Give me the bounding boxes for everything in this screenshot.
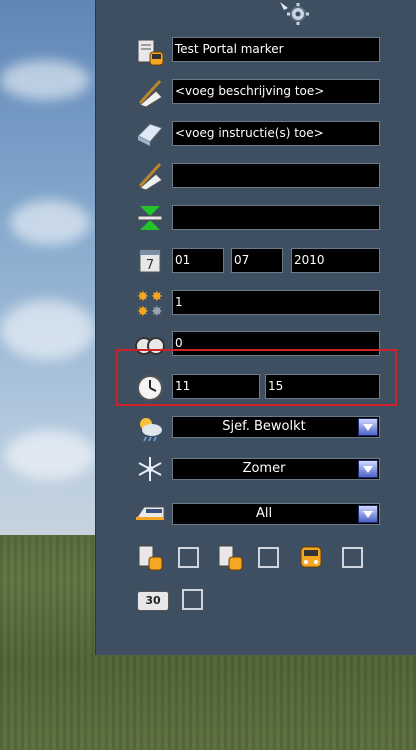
checkbox-3[interactable] (342, 547, 363, 568)
season-dropdown-value: Zomer (242, 461, 286, 476)
timetable-icon (138, 545, 163, 571)
train-icon (135, 506, 165, 520)
chevron-down-icon[interactable] (358, 418, 378, 436)
edit-icon (138, 162, 163, 191)
date-month-field[interactable]: 07 (231, 248, 283, 273)
weather-dropdown-value: Sjef. Bewolkt (222, 419, 306, 434)
weather-dropdown[interactable]: Sjef. Bewolkt (172, 416, 380, 438)
season-dropdown[interactable]: Zomer (172, 458, 380, 480)
date-year-field[interactable]: 2010 (291, 248, 380, 273)
svg-text:7: 7 (146, 258, 154, 273)
speed-limit-badge: 30 (137, 591, 169, 611)
calendar-icon: 7 (139, 249, 161, 273)
time-hour-field[interactable]: 11 (172, 374, 260, 399)
empty-field-2[interactable] (172, 205, 380, 230)
rating-field[interactable]: 1 (172, 290, 380, 315)
empty-field-1[interactable] (172, 163, 380, 188)
chevron-down-icon[interactable] (358, 505, 378, 523)
svg-text:✸: ✸ (137, 289, 149, 305)
marker-name-field[interactable]: Test Portal marker (172, 37, 380, 62)
train-filter-dropdown-value: All (255, 506, 273, 521)
pen-icon (138, 79, 163, 108)
timetable-icon (137, 39, 164, 66)
checkbox-1[interactable] (178, 547, 199, 568)
date-day-field[interactable]: 01 (172, 248, 224, 273)
instruction-icon (137, 123, 163, 146)
weather-icon (140, 418, 162, 442)
snowflake-icon (138, 457, 162, 481)
train-filter-dropdown[interactable]: All (172, 503, 380, 525)
checkbox-2[interactable] (258, 547, 279, 568)
svg-text:✸: ✸ (151, 289, 163, 305)
clock-icon (137, 375, 163, 401)
locomotive-icon (300, 546, 322, 568)
chevron-down-icon[interactable] (358, 460, 378, 478)
description-field[interactable]: <voeg beschrijving toe> (172, 79, 380, 104)
checkbox-4[interactable] (182, 589, 203, 610)
svg-text:✸: ✸ (137, 304, 149, 319)
instructions-field[interactable]: <voeg instructie(s) toe> (172, 121, 380, 146)
time-minute-field[interactable]: 15 (265, 374, 380, 399)
marker-icon (137, 206, 163, 230)
stars-icon: ✸ ✸ ✸ ✸ (137, 289, 163, 319)
timetable-icon (218, 545, 243, 571)
svg-text:✸: ✸ (151, 304, 163, 319)
gear-icon[interactable] (276, 0, 310, 26)
